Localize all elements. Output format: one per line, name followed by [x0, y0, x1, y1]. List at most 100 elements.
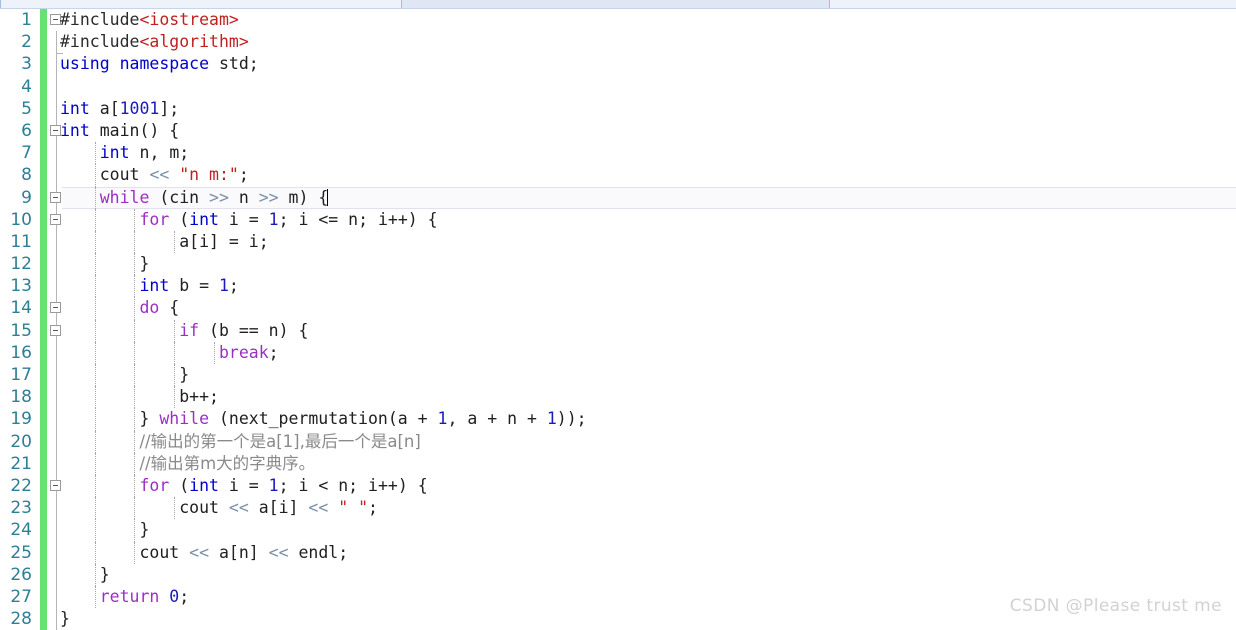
code-line[interactable]: 15 if (b == n) {	[0, 319, 1236, 342]
indent-guide	[94, 341, 96, 364]
code-line-text[interactable]: }	[60, 364, 1236, 387]
code-line-text[interactable]: cout << a[n] << endl;	[60, 541, 1236, 564]
change-marker-bar	[40, 208, 47, 231]
indent-guide	[134, 253, 136, 276]
indent-guide	[134, 541, 136, 564]
line-number: 17	[10, 365, 32, 385]
change-marker-bar	[40, 275, 47, 298]
code-line-text[interactable]: //输出第m大的字典序。	[60, 452, 1236, 475]
fold-guide-line	[56, 386, 57, 409]
line-number: 22	[10, 475, 32, 496]
code-line[interactable]: 23 cout << a[i] << " ";	[0, 497, 1236, 520]
code-line[interactable]: 6 int main() {	[0, 119, 1236, 143]
code-line-text[interactable]: break;	[60, 341, 1236, 364]
fold-guide-line	[56, 53, 57, 76]
editor-tab-bar[interactable]	[0, 0, 1236, 9]
line-number: 18	[10, 387, 32, 408]
line-number: 8	[21, 165, 32, 186]
indent-guide	[134, 519, 136, 542]
code-line-text[interactable]: }	[60, 563, 1236, 586]
code-line[interactable]: 5 int a[1001];	[0, 97, 1236, 120]
code-line-text[interactable]: int a[1001];	[60, 98, 1236, 120]
change-marker-bar	[40, 230, 47, 254]
code-line-text[interactable]: cout << "n m:";	[60, 164, 1236, 187]
indent-guide	[94, 430, 96, 453]
change-marker-bar	[40, 430, 47, 453]
code-line-text[interactable]: while (cin >> n >> m) {	[60, 186, 1236, 209]
line-number: 11	[10, 231, 32, 252]
code-line-text[interactable]: using namespace std;	[60, 53, 1236, 75]
code-line[interactable]: 7 int n, m;	[0, 142, 1236, 165]
code-line[interactable]: 17 }	[0, 364, 1236, 387]
code-line[interactable]: 3 using namespace std;	[0, 53, 1236, 76]
indent-guide	[174, 230, 176, 254]
code-line-text[interactable]	[60, 76, 1236, 98]
change-marker-bar	[40, 75, 47, 98]
code-line[interactable]: 10 for (int i = 1; i <= n; i++) {	[0, 208, 1236, 231]
indent-guide	[134, 275, 136, 298]
code-line-text[interactable]: int b = 1;	[60, 275, 1236, 298]
code-line-text[interactable]: }	[60, 519, 1236, 542]
code-line-text[interactable]: #include<algorithm>	[60, 31, 1236, 53]
change-marker-bar	[40, 519, 47, 542]
code-line[interactable]: 19 } while (next_permutation(a + 1, a + …	[0, 408, 1236, 431]
code-line-text[interactable]: if (b == n) {	[60, 319, 1236, 342]
change-marker-bar	[40, 608, 47, 630]
code-line-text[interactable]: #include<iostream>	[60, 9, 1236, 31]
indent-guide	[134, 319, 136, 342]
code-line[interactable]: 12 }	[0, 253, 1236, 276]
code-line-text[interactable]: b++;	[60, 386, 1236, 409]
indent-guide	[94, 364, 96, 387]
code-line[interactable]: 14 do {	[0, 297, 1236, 320]
change-marker-bar	[40, 341, 47, 364]
code-line-text[interactable]: cout << a[i] << " ";	[60, 497, 1236, 520]
code-line[interactable]: 1 #include<iostream>	[0, 9, 1236, 32]
indent-guide	[134, 297, 136, 320]
fold-guide-line	[56, 563, 57, 586]
indent-guide	[94, 497, 96, 520]
code-line[interactable]: 24 }	[0, 519, 1236, 542]
indent-guide	[94, 408, 96, 431]
code-line-text[interactable]: }	[60, 253, 1236, 276]
tab-segment-2[interactable]	[401, 0, 830, 8]
indent-guide	[134, 452, 136, 475]
change-marker-bar	[40, 164, 47, 187]
code-line[interactable]: 16 break;	[0, 341, 1236, 364]
code-line[interactable]: 4	[0, 75, 1236, 98]
tab-segment-1[interactable]	[0, 0, 402, 8]
code-line-text[interactable]: for (int i = 1; i <= n; i++) {	[60, 208, 1236, 231]
code-line-text[interactable]: for (int i = 1; i < n; i++) {	[60, 474, 1236, 498]
indent-guide	[134, 386, 136, 409]
indent-guide	[94, 563, 96, 586]
code-line[interactable]: 25 cout << a[n] << endl;	[0, 541, 1236, 564]
code-line-text[interactable]: int n, m;	[60, 142, 1236, 165]
code-editor-area[interactable]: 1 #include<iostream> 2 #include<algorithm> 3…	[0, 9, 1236, 630]
line-number: 20	[10, 431, 32, 452]
change-marker-bar	[40, 9, 47, 32]
code-line[interactable]: 9 while (cin >> n >> m) {	[0, 186, 1236, 209]
code-line[interactable]: 2 #include<algorithm>	[0, 31, 1236, 55]
indent-guide	[94, 319, 96, 342]
line-number: 25	[10, 542, 32, 563]
code-line[interactable]: 22 for (int i = 1; i < n; i++) {	[0, 474, 1236, 498]
tab-segment-3[interactable]	[829, 0, 1236, 8]
indent-guide	[94, 164, 96, 187]
code-line-text[interactable]: a[i] = i;	[60, 230, 1236, 254]
line-number: 23	[10, 498, 32, 519]
code-line[interactable]: 20 //输出的第一个是a[1],最后一个是a[n]	[0, 430, 1236, 453]
indent-guide	[174, 319, 176, 342]
code-line[interactable]: 11 a[i] = i;	[0, 230, 1236, 254]
code-line[interactable]: 21 //输出第m大的字典序。	[0, 452, 1236, 475]
change-marker-bar	[40, 31, 47, 54]
fold-guide-line	[56, 275, 57, 298]
code-line[interactable]: 18 b++;	[0, 386, 1236, 409]
code-line[interactable]: 26 }	[0, 563, 1236, 586]
code-line-text[interactable]: //输出的第一个是a[1],最后一个是a[n]	[60, 430, 1236, 453]
code-line-text[interactable]: } while (next_permutation(a + 1, a + n +…	[60, 408, 1236, 431]
fold-guide-line	[56, 452, 57, 475]
code-line[interactable]: 13 int b = 1;	[0, 275, 1236, 298]
code-line-text[interactable]: int main() {	[60, 120, 1236, 142]
code-line-text[interactable]: do {	[60, 297, 1236, 320]
indent-guide	[94, 474, 96, 498]
code-line[interactable]: 8 cout << "n m:";	[0, 164, 1236, 187]
